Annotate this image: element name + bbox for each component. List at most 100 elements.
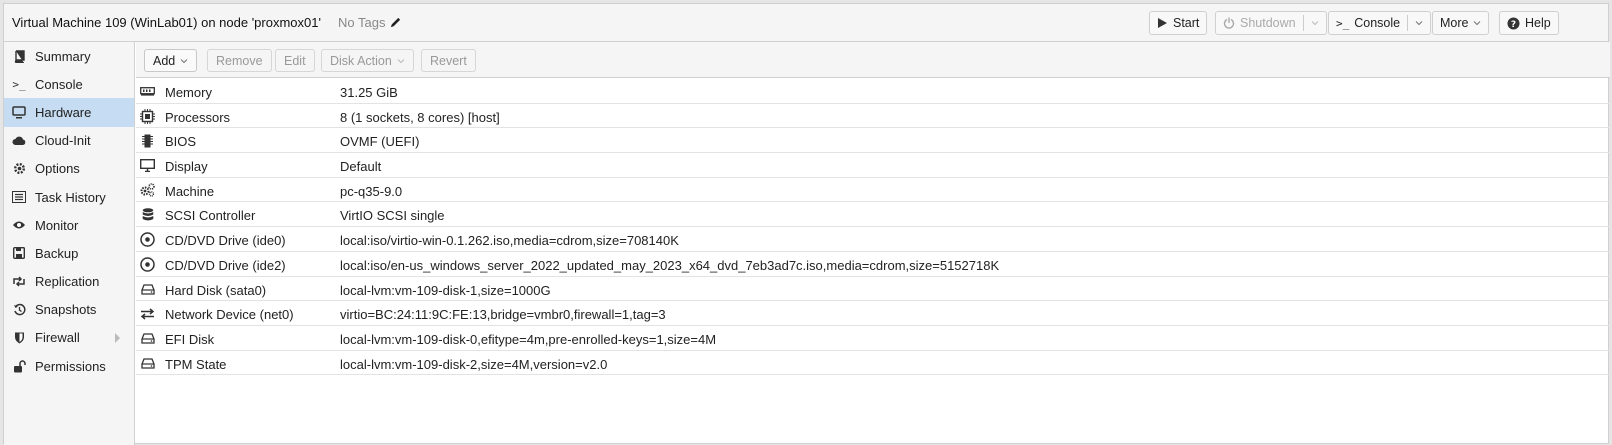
- sidebar-item-label: Replication: [35, 274, 100, 290]
- hdd-icon: [140, 356, 155, 371]
- table-row[interactable]: CD/DVD Drive (ide2) local:iso/en-us_wind…: [136, 252, 1610, 277]
- sidebar-item-monitor[interactable]: Monitor: [4, 211, 134, 239]
- remove-button[interactable]: Remove: [207, 49, 272, 72]
- desktop-icon: [140, 158, 155, 173]
- hardware-value: local:iso/virtio-win-0.1.262.iso,media=c…: [340, 233, 679, 249]
- sidebar-item-summary[interactable]: Summary: [4, 42, 134, 70]
- sidebar-item-console[interactable]: >_ Console: [4, 70, 134, 98]
- exchange-icon: [140, 306, 155, 321]
- hardware-value: Default: [340, 159, 382, 175]
- sidebar-item-label: Task History: [35, 189, 106, 205]
- sidebar-item-permissions[interactable]: Permissions: [4, 352, 134, 380]
- table-row[interactable]: Memory 31.25 GiB: [136, 79, 1610, 104]
- more-button[interactable]: More: [1432, 11, 1490, 35]
- vm-panel: Virtual Machine 109 (WinLab01) on node '…: [3, 3, 1610, 445]
- memory-icon: [140, 84, 155, 99]
- split-divider: [1302, 15, 1304, 31]
- table-row[interactable]: TPM State local-lvm:vm-109-disk-2,size=4…: [136, 351, 1610, 376]
- sidebar-item-hardware[interactable]: Hardware: [4, 98, 134, 127]
- chevron-down-icon: [180, 58, 188, 63]
- table-row[interactable]: EFI Disk local-lvm:vm-109-disk-0,efitype…: [136, 326, 1610, 351]
- console-button[interactable]: >_ Console: [1328, 11, 1432, 35]
- chevron-down-icon[interactable]: [1415, 19, 1423, 27]
- book-icon: [12, 49, 26, 63]
- hardware-value: 8 (1 sockets, 8 cores) [host]: [340, 109, 500, 125]
- hardware-name: Machine: [165, 183, 215, 199]
- sidebar-item-label: Hardware: [35, 104, 92, 120]
- hardware-toolbar: Add Remove Edit Disk Action Revert: [136, 42, 1610, 78]
- disk-action-button[interactable]: Disk Action: [321, 49, 414, 72]
- sidebar-item-label: Cloud-Init: [35, 133, 91, 149]
- sidebar-item-firewall[interactable]: Firewall: [4, 324, 134, 352]
- list-icon: [12, 190, 26, 204]
- hardware-name: CD/DVD Drive (ide2): [165, 257, 286, 273]
- hardware-name: Display: [165, 159, 208, 175]
- table-row[interactable]: Hard Disk (sata0) local-lvm:vm-109-disk-…: [136, 277, 1610, 302]
- sidebar-item-task-history[interactable]: Task History: [4, 183, 134, 211]
- sidebar-item-label: Monitor: [35, 217, 79, 233]
- start-button[interactable]: Start: [1149, 11, 1208, 35]
- expand-arrow-icon[interactable]: [115, 332, 120, 343]
- console-label: Console: [1354, 16, 1401, 30]
- cdrom-icon: [140, 257, 155, 272]
- hardware-name: Hard Disk (sata0): [165, 282, 267, 298]
- unlock-icon: [12, 359, 26, 373]
- gear-icon: [12, 162, 26, 176]
- retweet-icon: [12, 275, 26, 289]
- terminal-icon: >_: [1336, 16, 1350, 30]
- hardware-name: TPM State: [165, 356, 227, 372]
- tags-label: No Tags: [338, 15, 386, 30]
- hardware-value: 31.25 GiB: [340, 85, 398, 100]
- disk-action-label: Disk Action: [330, 53, 392, 68]
- table-row[interactable]: Processors 8 (1 sockets, 8 cores) [host]: [136, 104, 1610, 129]
- hardware-name: SCSI Controller: [165, 208, 256, 224]
- hardware-name: CD/DVD Drive (ide0): [165, 233, 286, 249]
- database-icon: [140, 207, 155, 222]
- hardware-name: Memory: [165, 85, 212, 100]
- chevron-down-icon[interactable]: [1311, 19, 1319, 27]
- hardware-value: virtio=BC:24:11:9C:FE:13,bridge=vmbr0,fi…: [340, 307, 666, 323]
- help-label: Help: [1525, 16, 1551, 30]
- edit-button[interactable]: Edit: [275, 49, 315, 72]
- sidebar-item-cloud-init[interactable]: Cloud-Init: [4, 127, 134, 155]
- table-row[interactable]: Display Default: [136, 153, 1610, 178]
- shutdown-label: Shutdown: [1240, 16, 1296, 30]
- shutdown-button[interactable]: Shutdown: [1215, 11, 1327, 35]
- table-row[interactable]: CD/DVD Drive (ide0) local:iso/virtio-win…: [136, 227, 1610, 252]
- sidebar-item-label: Firewall: [35, 330, 80, 346]
- monitor-icon: [12, 105, 26, 119]
- hardware-value: VirtIO SCSI single: [340, 208, 445, 224]
- cdrom-icon: [140, 232, 155, 247]
- hardware-name: Processors: [165, 109, 231, 125]
- revert-button[interactable]: Revert: [421, 49, 476, 72]
- tags-area[interactable]: No Tags: [338, 15, 402, 30]
- table-row[interactable]: SCSI Controller VirtIO SCSI single: [136, 202, 1610, 228]
- hardware-value: local-lvm:vm-109-disk-1,size=1000G: [340, 282, 551, 298]
- pencil-icon[interactable]: [389, 16, 402, 29]
- add-button[interactable]: Add: [144, 49, 198, 72]
- play-icon: [1158, 18, 1167, 28]
- microchip-icon: [140, 133, 155, 148]
- hardware-value: local:iso/en-us_windows_server_2022_upda…: [340, 257, 1000, 273]
- sidebar-item-options[interactable]: Options: [4, 155, 134, 183]
- hardware-value: pc-q35-9.0: [340, 183, 403, 199]
- table-row[interactable]: BIOS OVMF (UEFI): [136, 128, 1610, 154]
- start-label: Start: [1173, 16, 1200, 30]
- vm-title: Virtual Machine 109 (WinLab01) on node '…: [12, 15, 321, 30]
- more-label: More: [1440, 16, 1469, 30]
- sidebar-item-label: Summary: [35, 48, 91, 64]
- cpu-icon: [140, 108, 155, 124]
- sidebar-item-replication[interactable]: Replication: [4, 268, 134, 296]
- table-row[interactable]: Machine pc-q35-9.0: [136, 178, 1610, 203]
- hardware-value: OVMF (UEFI): [340, 134, 420, 150]
- chevron-down-icon: [397, 58, 405, 63]
- help-button[interactable]: ? Help: [1499, 11, 1559, 35]
- shield-icon: [12, 331, 26, 345]
- hardware-name: Network Device (net0): [165, 307, 294, 323]
- revert-label: Revert: [430, 53, 467, 68]
- sidebar-item-label: Backup: [35, 245, 79, 261]
- hardware-name: EFI Disk: [165, 331, 215, 347]
- sidebar-item-snapshots[interactable]: Snapshots: [4, 296, 134, 324]
- sidebar-item-backup[interactable]: Backup: [4, 239, 134, 267]
- table-row[interactable]: Network Device (net0) virtio=BC:24:11:9C…: [136, 301, 1610, 326]
